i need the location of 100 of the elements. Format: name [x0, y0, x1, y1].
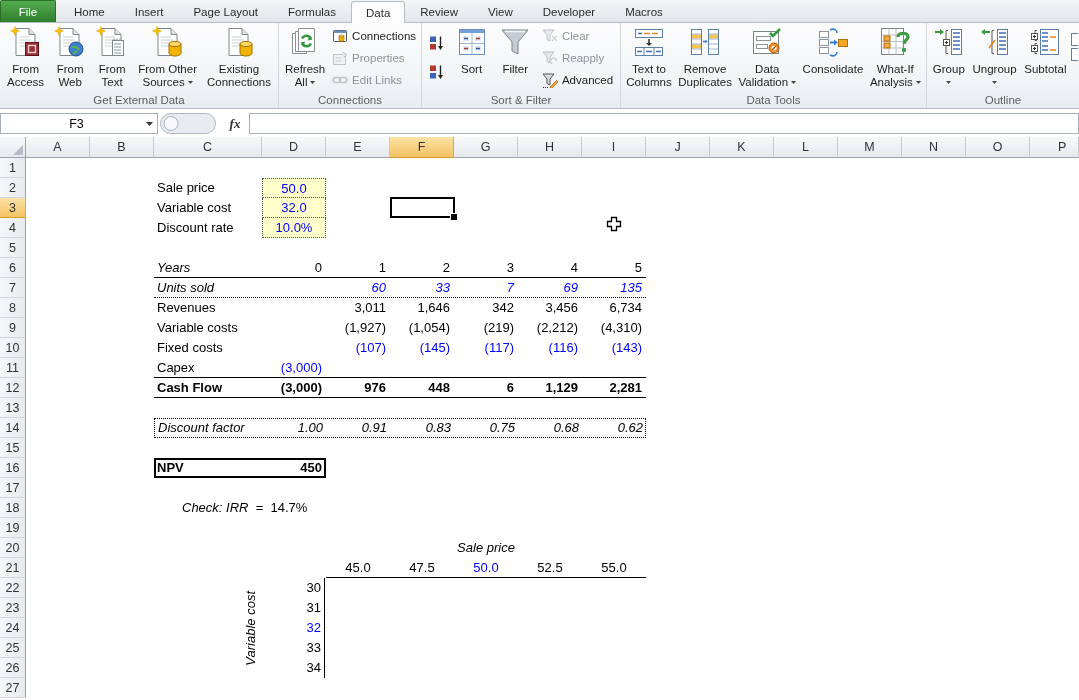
- ribbon-button[interactable]: Data Validation: [735, 23, 800, 89]
- row-header[interactable]: 5: [0, 238, 26, 258]
- column-header[interactable]: M: [838, 137, 902, 158]
- year-heading: Years: [156, 259, 192, 277]
- column-input-value: 45.0: [344, 559, 372, 577]
- ribbon-tab[interactable]: Home: [59, 1, 120, 22]
- factor-value: 1.00: [296, 419, 324, 437]
- formula-input[interactable]: [249, 113, 1079, 134]
- amount-value: 1,646: [416, 299, 451, 317]
- row-header[interactable]: 9: [0, 318, 26, 338]
- row-header[interactable]: 7: [0, 278, 26, 298]
- column-header[interactable]: O: [966, 137, 1030, 158]
- square-handle-icon[interactable]: [451, 214, 457, 220]
- ribbon-button[interactable]: Existing Connections: [204, 23, 274, 89]
- ribbon-button[interactable]: From Text: [93, 23, 132, 89]
- ribbon-tab[interactable]: Review: [405, 1, 473, 22]
- row-header[interactable]: 10: [0, 338, 26, 358]
- row-header[interactable]: 16: [0, 458, 26, 478]
- row-header[interactable]: 24: [0, 618, 26, 638]
- column-header[interactable]: D: [262, 137, 326, 158]
- row-header[interactable]: 15: [0, 438, 26, 458]
- ribbon-button[interactable]: From Access: [4, 23, 48, 89]
- row-header[interactable]: 21: [0, 558, 26, 578]
- amount-value: 342: [491, 299, 515, 317]
- ribbon-button[interactable]: Ungroup: [969, 23, 1020, 89]
- ribbon-button[interactable]: What-If Analysis: [866, 23, 924, 89]
- column-header[interactable]: G: [454, 137, 518, 158]
- input-value[interactable]: 32.0: [262, 198, 326, 218]
- column-header[interactable]: J: [646, 137, 710, 158]
- grip-handle-icon[interactable]: [160, 113, 216, 134]
- input-value[interactable]: 50.0: [262, 178, 326, 198]
- ribbon-button[interactable]: Text to Columns: [623, 23, 675, 89]
- row-header[interactable]: 20: [0, 538, 26, 558]
- row-header[interactable]: 4: [0, 218, 26, 238]
- ribbon-button[interactable]: Consolidate: [799, 23, 867, 76]
- amount-value: (4,310): [599, 319, 643, 337]
- row-header[interactable]: 27: [0, 678, 26, 698]
- column-header[interactable]: C: [154, 137, 262, 158]
- row-label: Units sold: [156, 279, 216, 297]
- funnel-arrow-icon: [541, 50, 558, 66]
- file-tab[interactable]: File: [0, 0, 56, 22]
- amount-value: 60: [370, 279, 387, 297]
- column-header[interactable]: N: [902, 137, 966, 158]
- caret-icon[interactable]: [146, 121, 153, 126]
- row-header[interactable]: 25: [0, 638, 26, 658]
- ribbon-tab[interactable]: Insert: [119, 1, 179, 22]
- amount-value: (145): [418, 339, 451, 357]
- ribbon-button[interactable]: Refresh All: [281, 23, 329, 89]
- row-header[interactable]: 14: [0, 418, 26, 438]
- row-header[interactable]: 11: [0, 358, 26, 378]
- row-header[interactable]: 17: [0, 478, 26, 498]
- row-header[interactable]: 22: [0, 578, 26, 598]
- row-header[interactable]: 23: [0, 598, 26, 618]
- row-header[interactable]: 19: [0, 518, 26, 538]
- column-header[interactable]: H: [518, 137, 582, 158]
- row-header[interactable]: 3: [0, 198, 26, 218]
- input-value[interactable]: 10.0%: [262, 218, 326, 238]
- column-header[interactable]: B: [90, 137, 154, 158]
- ribbon-button[interactable]: Remove Duplicates: [675, 23, 735, 89]
- ribbon-button[interactable]: Subtotal: [1021, 23, 1070, 76]
- ribbon-button[interactable]: From Web: [51, 23, 90, 89]
- row-header[interactable]: 12: [0, 378, 26, 398]
- ribbon-tab[interactable]: Developer: [527, 1, 611, 22]
- ribbon-button[interactable]: From Other Sources: [135, 23, 200, 89]
- column-header[interactable]: F: [390, 137, 454, 158]
- row-header[interactable]: 8: [0, 298, 26, 318]
- row-header[interactable]: 13: [0, 398, 26, 418]
- column-header[interactable]: L: [774, 137, 838, 158]
- ribbon-button[interactable]: Advanced: [539, 69, 616, 91]
- column-header[interactable]: K: [710, 137, 774, 158]
- factor-value: 0.62: [616, 419, 644, 437]
- select-all-corner[interactable]: [0, 137, 26, 158]
- ribbon-button[interactable]: Group: [929, 23, 968, 89]
- amount-value: (117): [483, 339, 515, 357]
- amount-value: 1,129: [544, 379, 579, 397]
- ribbon-button[interactable]: Filter: [496, 23, 535, 76]
- ribbon-tab[interactable]: Page Layout: [178, 1, 274, 22]
- factor-value: 0.91: [360, 419, 388, 437]
- row-header[interactable]: 1: [0, 158, 26, 178]
- row-label: Variable costs: [156, 319, 239, 337]
- ribbon-tab[interactable]: Macros: [610, 1, 678, 22]
- ribbon-button[interactable]: Sort: [452, 23, 491, 76]
- column-header[interactable]: I: [582, 137, 646, 158]
- amount-value: (2,212): [535, 319, 579, 337]
- column-header[interactable]: P: [1030, 137, 1079, 158]
- row-header[interactable]: 6: [0, 258, 26, 278]
- ribbon-button[interactable]: Connections: [330, 25, 419, 47]
- ribbon-tab[interactable]: Data: [351, 1, 406, 23]
- column-header[interactable]: A: [26, 137, 90, 158]
- row-header[interactable]: 26: [0, 658, 26, 678]
- row-header[interactable]: 2: [0, 178, 26, 198]
- name-box[interactable]: F3: [0, 113, 158, 134]
- active-cell[interactable]: [390, 197, 455, 218]
- partial-list-icon[interactable]: [1071, 31, 1079, 61]
- amount-value: (143): [610, 339, 643, 357]
- column-header[interactable]: E: [326, 137, 390, 158]
- row-header[interactable]: 18: [0, 498, 26, 518]
- ribbon-tab[interactable]: Formulas: [273, 1, 351, 22]
- insert-function-button[interactable]: fx: [226, 115, 244, 132]
- ribbon-tab[interactable]: View: [473, 1, 528, 22]
